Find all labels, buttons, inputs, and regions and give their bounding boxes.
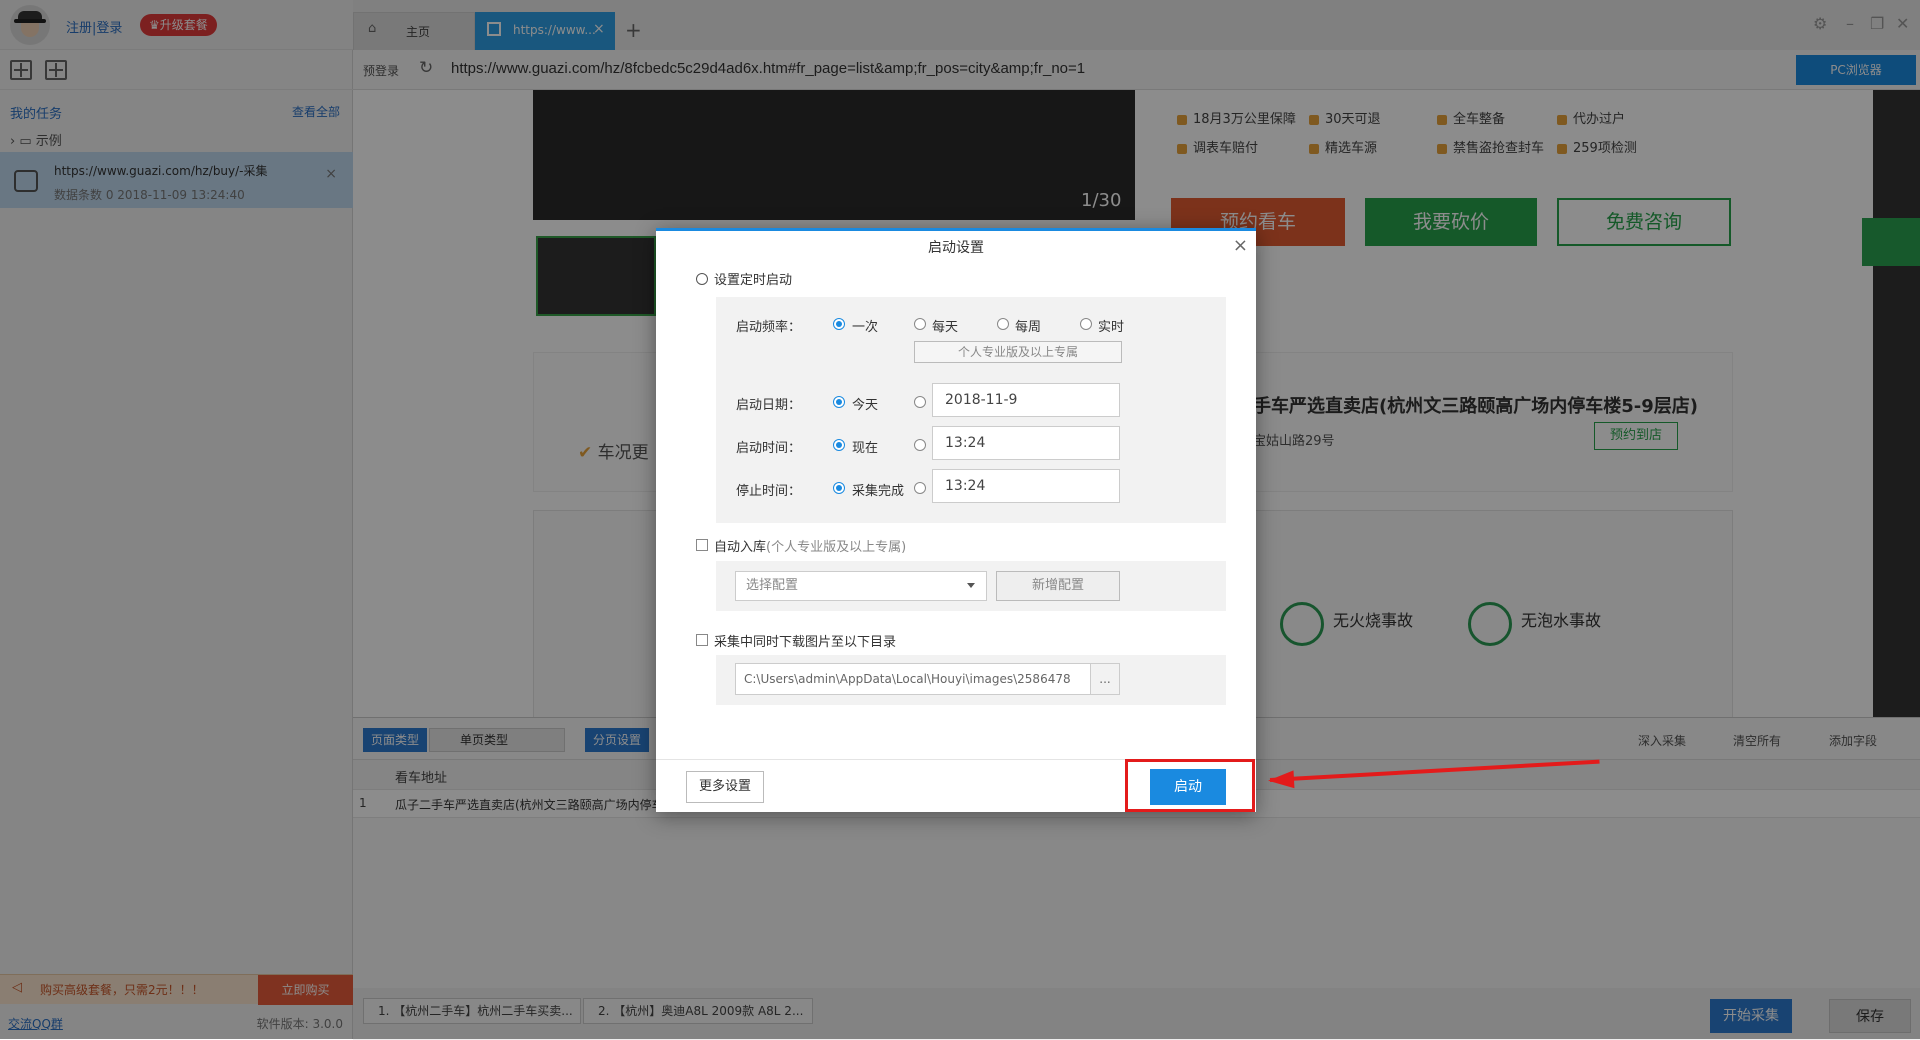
clock-icon <box>696 273 708 285</box>
freq-daily-label: 每天 <box>932 320 959 335</box>
start-date-input[interactable]: 2018-11-9 <box>932 383 1120 417</box>
freq-realtime-label: 实时 <box>1098 320 1125 335</box>
freq-weekly-radio[interactable] <box>997 318 1009 330</box>
stop-done-label: 采集完成 <box>852 484 905 499</box>
freq-once-radio[interactable] <box>833 318 845 330</box>
freq-realtime-radio[interactable] <box>1080 318 1092 330</box>
download-images-checkbox[interactable] <box>696 634 708 646</box>
auto-store-note: (个人专业版及以上专属) <box>766 540 907 555</box>
close-icon[interactable]: × <box>1233 235 1248 256</box>
browse-button[interactable]: ... <box>1090 663 1120 695</box>
stop-done-radio[interactable] <box>833 482 845 494</box>
time-now-label: 现在 <box>852 441 879 456</box>
stop-time-label: 停止时间： <box>736 484 802 499</box>
date-today-label: 今天 <box>852 398 879 413</box>
time-now-radio[interactable] <box>833 439 845 451</box>
auto-store-label: 自动入库(个人专业版及以上专属) <box>714 536 906 555</box>
new-config-button[interactable]: 新增配置 <box>996 571 1120 601</box>
chevron-down-icon <box>967 583 975 588</box>
auto-store-text: 自动入库 <box>714 540 767 555</box>
stop-custom-radio[interactable] <box>914 482 926 494</box>
start-date-label: 启动日期： <box>736 398 802 413</box>
date-custom-radio[interactable] <box>914 396 926 408</box>
stop-time-input[interactable]: 13:24 <box>932 469 1120 503</box>
arrow-head-icon <box>1267 770 1295 790</box>
time-custom-radio[interactable] <box>914 439 926 451</box>
download-images-label: 采集中同时下载图片至以下目录 <box>714 635 897 650</box>
freq-weekly-label: 每周 <box>1015 320 1042 335</box>
highlight-box <box>1125 759 1255 812</box>
start-settings-dialog: 启动设置 × 设置定时启动 启动频率： 一次 每天 每周 实时 个人专业版及以上… <box>656 228 1256 812</box>
more-settings-button[interactable]: 更多设置 <box>686 771 764 803</box>
frequency-label: 启动频率： <box>736 320 802 335</box>
freq-once-label: 一次 <box>852 320 879 335</box>
config-select[interactable]: 选择配置 <box>735 571 987 601</box>
start-time-label: 启动时间： <box>736 441 802 456</box>
dialog-title: 启动设置 <box>928 240 984 256</box>
scheduled-start-label: 设置定时启动 <box>714 273 793 288</box>
freq-daily-radio[interactable] <box>914 318 926 330</box>
start-time-input[interactable]: 13:24 <box>932 426 1120 460</box>
date-today-radio[interactable] <box>833 396 845 408</box>
schedule-panel: 启动频率： 一次 每天 每周 实时 个人专业版及以上专属 启动日期： 今天 20… <box>716 297 1226 523</box>
image-directory-input[interactable]: C:\Users\admin\AppData\Local\Houyi\image… <box>735 663 1091 695</box>
pro-only-note: 个人专业版及以上专属 <box>914 341 1122 363</box>
auto-store-checkbox[interactable] <box>696 539 708 551</box>
